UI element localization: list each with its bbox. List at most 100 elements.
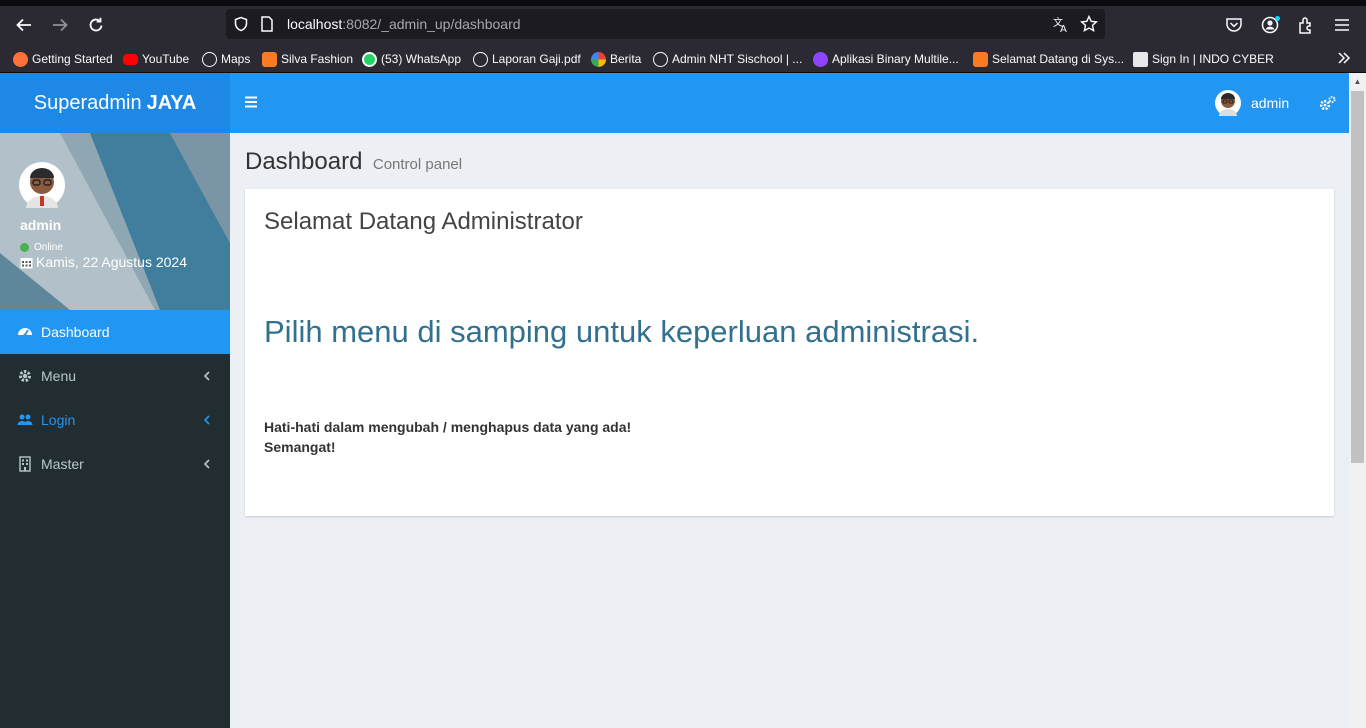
pocket-icon[interactable] [1225, 16, 1243, 34]
gear-icon [19, 370, 31, 382]
top-header: admin [230, 73, 1349, 133]
bookmark-item[interactable]: Laporan Gaji.pdf [473, 50, 581, 68]
page-subtitle: Control panel [372, 156, 463, 173]
building-icon [19, 456, 31, 472]
extensions-icon[interactable] [1297, 16, 1315, 34]
globe-icon [473, 51, 488, 67]
bookmark-label: (53) WhatsApp [381, 52, 462, 66]
bookmarks-overflow-button[interactable] [1336, 50, 1352, 71]
calendar-icon [20, 257, 33, 268]
avatar [1215, 90, 1241, 116]
warning-text: Hati-hati dalam mengubah / menghapus dat… [264, 419, 632, 435]
control-sidebar-button[interactable] [1319, 95, 1336, 112]
chevron-left-icon [203, 371, 210, 381]
bookmark-item[interactable]: Maps [202, 50, 250, 68]
box-title: Selamat Datang Administrator [264, 208, 583, 235]
indo-cyber-icon [1133, 51, 1148, 67]
users-icon [17, 414, 33, 425]
chevron-left-icon [203, 415, 210, 425]
bookmark-label: Sign In | INDO CYBER [1152, 52, 1274, 66]
lead-message: Pilih menu di samping untuk keperluan ad… [264, 314, 980, 349]
xampp-icon [973, 51, 988, 67]
scroll-up-arrow[interactable]: ▲ [1349, 73, 1366, 90]
bookmark-item[interactable]: Silva Fashion [262, 50, 353, 68]
account-icon [1261, 16, 1280, 34]
logo-bold-text: JAYA [146, 91, 197, 114]
reload-icon [89, 17, 103, 32]
forward-button[interactable] [49, 14, 71, 36]
content-header: Dashboard Control panel [245, 148, 462, 176]
bookmark-item[interactable]: (53) WhatsApp [362, 50, 461, 68]
browser-toolbar: localhost:8082/_admin_up/dashboard 文A [0, 6, 1366, 44]
page-scrollbar[interactable]: ▲ [1349, 73, 1366, 728]
status-dot-icon [20, 243, 29, 252]
arrow-left-icon [16, 18, 31, 32]
sidebar-item-menu[interactable]: Menu [0, 354, 230, 398]
current-date: Kamis, 22 Agustus 2024 [20, 254, 187, 270]
bookmark-item[interactable]: Berita [591, 50, 641, 68]
scrollbar-thumb[interactable] [1351, 91, 1364, 463]
sidebar-toggle-button[interactable] [244, 95, 260, 111]
arrow-right-icon [53, 18, 68, 32]
sidebar: admin Online Kamis, 22 Agustus 2024 Dash… [0, 133, 230, 728]
firefox-icon [13, 51, 28, 67]
bookmark-item[interactable]: Sign In | INDO CYBER [1133, 50, 1274, 68]
url-text[interactable]: localhost:8082/_admin_up/dashboard [287, 16, 521, 32]
bookmark-label: Selamat Datang di Sys... [992, 52, 1125, 66]
shield-icon[interactable] [233, 16, 249, 32]
account-button[interactable] [1261, 15, 1281, 35]
google-icon [591, 51, 606, 67]
user-name: admin [20, 217, 62, 233]
bookmark-item[interactable]: Getting Started [13, 50, 113, 68]
youtube-icon [123, 53, 138, 65]
url-bar[interactable]: localhost:8082/_admin_up/dashboard 文A [226, 9, 1105, 39]
bookmark-label: Aplikasi Binary Multile... [832, 52, 959, 66]
user-panel: admin Online Kamis, 22 Agustus 2024 [0, 133, 230, 310]
content-wrapper: Dashboard Control panel Selamat Datang A… [230, 133, 1349, 728]
header-user-menu[interactable]: admin [1215, 90, 1289, 116]
bookmark-label: YouTube [142, 52, 190, 66]
bookmark-item[interactable]: YouTube [123, 50, 189, 68]
bookmark-item[interactable]: Selamat Datang di Sys... [973, 50, 1124, 68]
bookmark-item[interactable]: Admin NHT Sischool | ... [653, 50, 802, 68]
bookmark-label: Maps [221, 52, 251, 66]
sidebar-item-master[interactable]: Master [0, 442, 230, 486]
status-text: Online [34, 242, 63, 253]
sidebar-item-dashboard[interactable]: Dashboard [0, 310, 230, 354]
bookmark-label: Admin NHT Sischool | ... [672, 52, 803, 66]
page-info-icon[interactable] [260, 16, 274, 32]
reload-button[interactable] [85, 14, 107, 36]
bookmarks-bar: Getting Started YouTube Maps Silva Fashi… [0, 44, 1366, 73]
bookmark-label: Berita [610, 52, 642, 66]
sidebar-item-label: Login [41, 412, 76, 428]
sidebar-item-label: Menu [41, 368, 77, 384]
hamburger-menu-icon[interactable] [1333, 16, 1351, 34]
xampp-icon [262, 51, 277, 67]
bars-icon [245, 96, 257, 108]
translate-icon[interactable]: 文A [1052, 15, 1070, 33]
chevron-double-right-icon [1338, 52, 1351, 64]
encouragement-text: Semangat! [264, 439, 336, 455]
gears-icon [1319, 95, 1336, 111]
online-status: Online [20, 242, 63, 253]
globe-icon [202, 51, 217, 67]
chevron-left-icon [203, 459, 210, 469]
bookmark-label: Silva Fashion [281, 52, 354, 66]
bookmark-label: Getting Started [32, 52, 113, 66]
url-host: localhost [287, 16, 343, 32]
date-text: Kamis, 22 Agustus 2024 [36, 254, 187, 270]
bookmark-star-icon[interactable] [1080, 15, 1098, 33]
binary-app-icon [813, 51, 828, 67]
app-logo[interactable]: Superadmin JAYA [0, 73, 230, 133]
back-button[interactable] [13, 14, 35, 36]
bookmark-label: Laporan Gaji.pdf [492, 52, 581, 66]
welcome-box: Selamat Datang Administrator Pilih menu … [245, 189, 1334, 516]
header-username: admin [1251, 95, 1290, 111]
dashboard-icon [18, 328, 32, 337]
sidebar-item-label: Master [41, 456, 84, 472]
url-path: :8082/_admin_up/dashboard [342, 16, 521, 32]
whatsapp-icon [362, 51, 377, 67]
bookmark-item[interactable]: Aplikasi Binary Multile... [813, 50, 959, 68]
sidebar-item-login[interactable]: Login [0, 398, 230, 442]
page-viewport: Superadmin JAYA admin admin Online Kamis… [0, 73, 1366, 728]
